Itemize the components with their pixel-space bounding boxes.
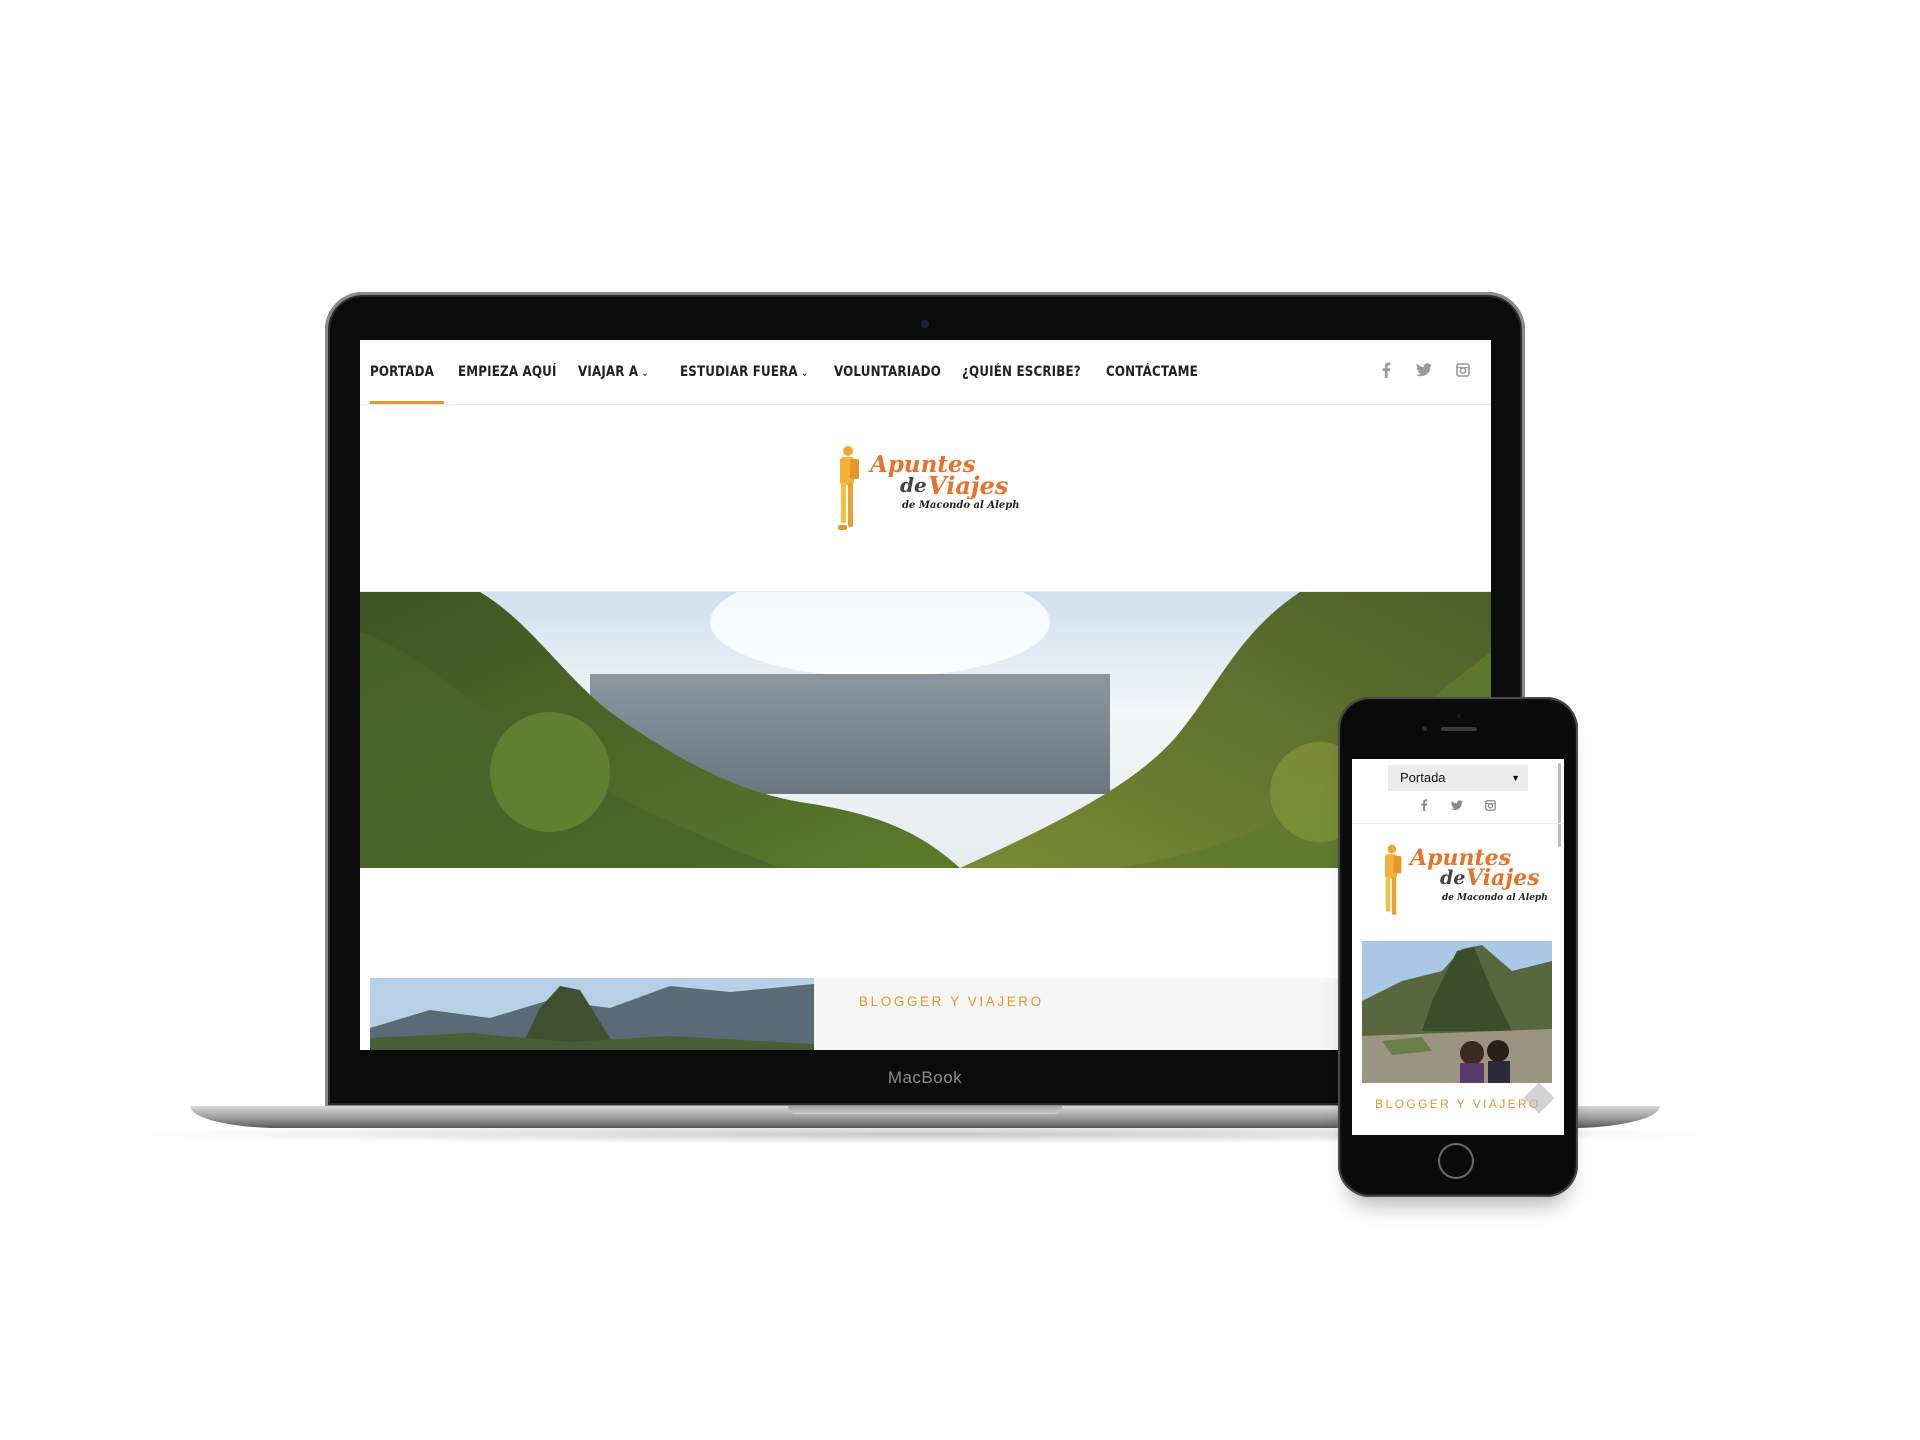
- twitter-icon[interactable]: [1449, 799, 1465, 815]
- logo-title-2: Viajes: [928, 471, 1009, 500]
- logo-subtitle: de Macondo al Aleph: [902, 500, 1020, 511]
- instagram-icon[interactable]: [1453, 362, 1473, 382]
- laptop-brand-label: MacBook: [887, 1068, 963, 1087]
- logo-title-2: Viajes: [1466, 865, 1540, 891]
- site-header: Apuntes de Viajes de Macondo al Aleph: [360, 405, 1491, 592]
- phone-speaker: [1441, 727, 1477, 731]
- facebook-icon[interactable]: [1416, 799, 1432, 815]
- site-logo[interactable]: Apuntes de Viajes de Macondo al Aleph: [1378, 839, 1548, 929]
- logo-subtitle: de Macondo al Aleph: [1442, 893, 1548, 903]
- logo-de: de: [900, 473, 927, 497]
- feature-image[interactable]: [370, 978, 814, 1050]
- instagram-icon[interactable]: [1482, 799, 1498, 815]
- chevron-down-icon: ⌄: [641, 368, 649, 379]
- hiker-figure-icon: [1384, 844, 1402, 915]
- feature-label: BLOGGER Y VIAJERO: [859, 994, 1044, 1009]
- caret-down-icon: ▼: [1511, 773, 1520, 783]
- camera-icon: [1422, 726, 1427, 731]
- phone-screen: Portada ▼ Apuntes de Viajes de Macondo a…: [1352, 759, 1564, 1135]
- home-button[interactable]: [1438, 1143, 1474, 1179]
- logo-de: de: [1440, 867, 1466, 889]
- hiker-figure-icon: [838, 446, 859, 530]
- facebook-icon[interactable]: [1376, 362, 1396, 382]
- laptop-screen: PORTADA EMPIEZA AQUÍ VIAJAR A ⌄ ESTUDIAR …: [360, 340, 1491, 1050]
- nav-item-portada[interactable]: PORTADA: [370, 340, 434, 404]
- nav-active-indicator: [370, 401, 444, 404]
- scrollbar[interactable]: [1558, 763, 1561, 847]
- nav-item-viajar-a[interactable]: VIAJAR A ⌄: [578, 340, 649, 404]
- site-logo[interactable]: Apuntes de Viajes de Macondo al Aleph: [832, 443, 1022, 539]
- divider: [1352, 823, 1564, 824]
- nav-item-contactame[interactable]: CONTÁCTAME: [1106, 340, 1198, 404]
- twitter-icon[interactable]: [1414, 362, 1434, 382]
- main-navigation: PORTADA EMPIEZA AQUÍ VIAJAR A ⌄ ESTUDIAR …: [360, 340, 1491, 405]
- laptop-notch: [788, 1106, 1062, 1114]
- phone-device: Portada ▼ Apuntes de Viajes de Macondo a…: [1338, 697, 1578, 1197]
- chevron-down-icon: ⌄: [801, 368, 809, 379]
- nav-item-voluntariado[interactable]: VOLUNTARIADO: [834, 340, 941, 404]
- hero-image: [360, 592, 1491, 868]
- nav-item-label: VIAJAR A: [578, 364, 639, 380]
- nav-item-quien-escribe[interactable]: ¿QUIÉN ESCRIBE?: [962, 340, 1081, 404]
- feature-image[interactable]: [1362, 941, 1552, 1083]
- camera-icon: [921, 320, 929, 328]
- nav-item-label: ESTUDIAR FUERA: [680, 364, 798, 380]
- nav-item-estudiar-fuera[interactable]: ESTUDIAR FUERA ⌄: [680, 340, 808, 404]
- mobile-nav-select[interactable]: Portada ▼: [1388, 765, 1528, 791]
- mobile-nav-select-value: Portada: [1400, 770, 1446, 785]
- nav-item-empieza-aqui[interactable]: EMPIEZA AQUÍ: [458, 340, 557, 404]
- proximity-sensor: [1457, 714, 1461, 718]
